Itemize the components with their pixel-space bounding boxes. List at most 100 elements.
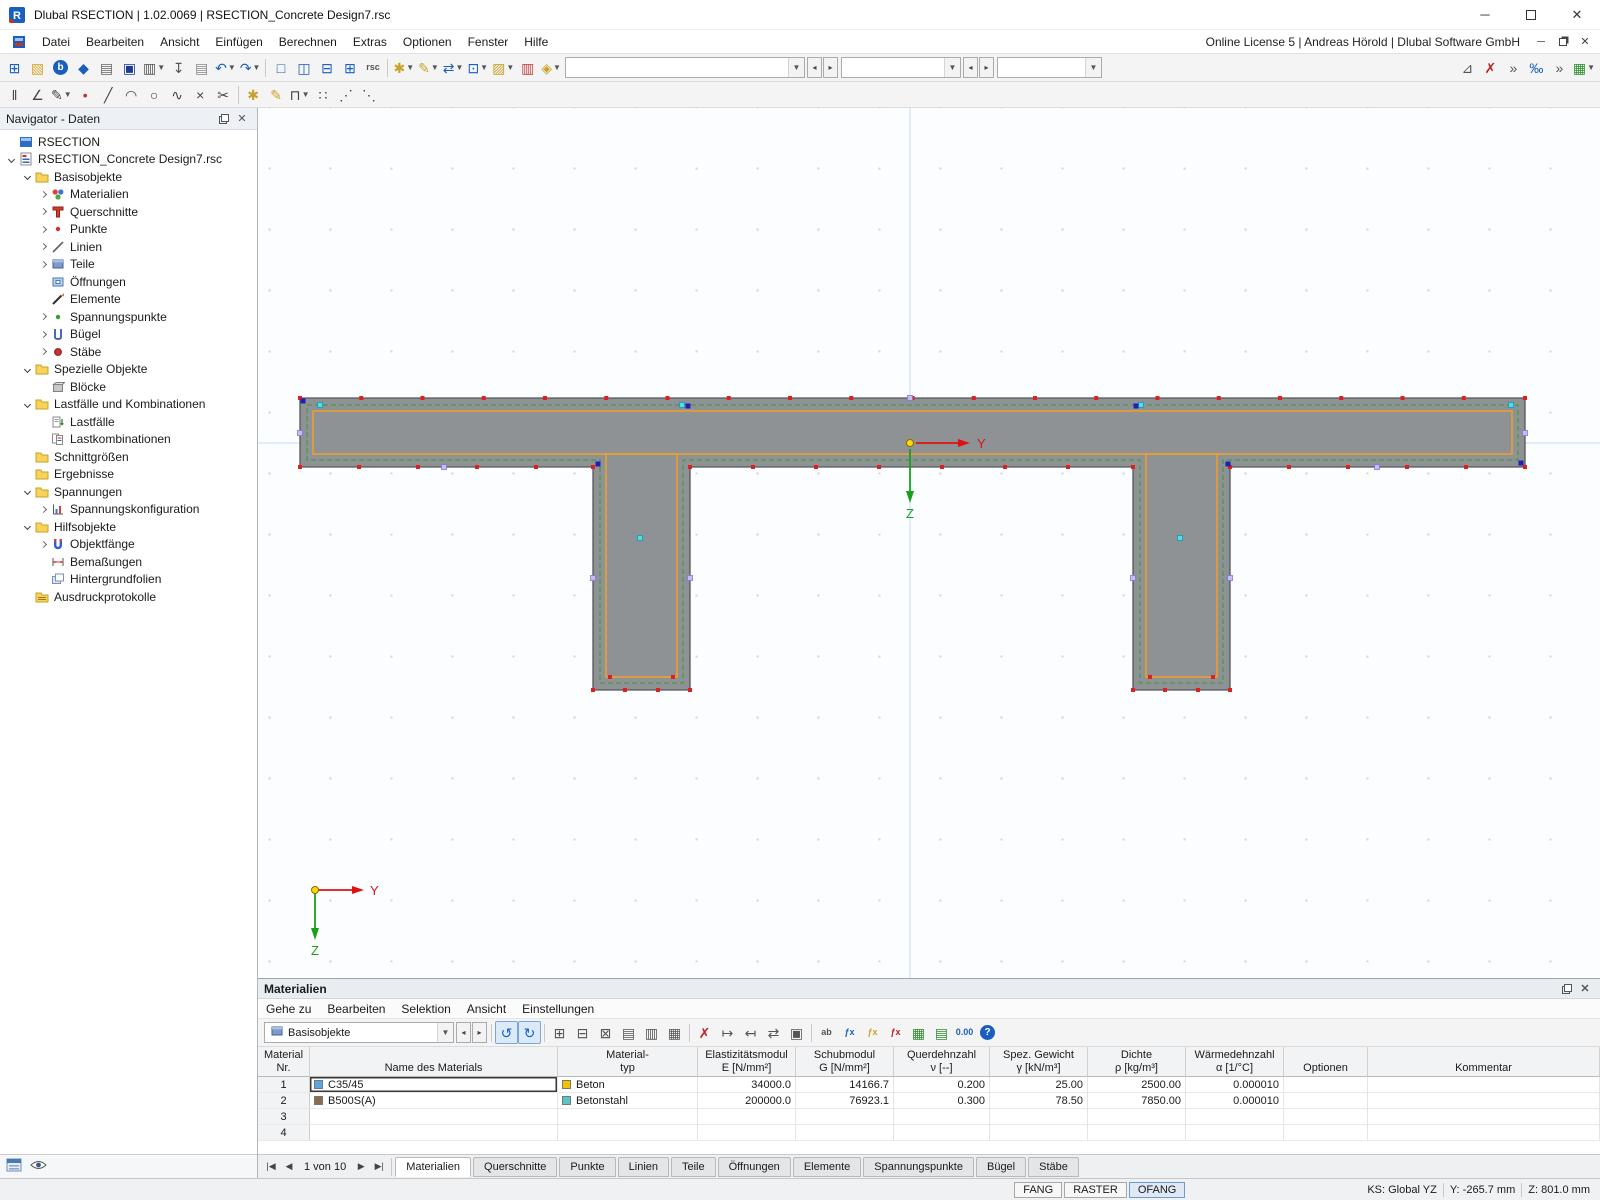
dlubal-logo-button[interactable]: b	[49, 56, 72, 79]
thermal-expansion-cell[interactable]: 0.000010	[1186, 1093, 1284, 1109]
visibility-combo-next-button[interactable]: ▸	[823, 57, 838, 78]
options-cell[interactable]	[1284, 1093, 1368, 1109]
help-button[interactable]: ?	[976, 1021, 999, 1044]
tree-item-rsection[interactable]: RSECTION	[0, 133, 257, 151]
column-header-kommentar[interactable]: Kommentar	[1368, 1047, 1600, 1077]
elastic-modulus-cell[interactable]	[698, 1109, 796, 1125]
chevron-down-icon[interactable]: ▼	[157, 63, 165, 72]
calculator-button[interactable]: ▦	[907, 1021, 930, 1044]
export-document-button[interactable]: ↧	[167, 56, 190, 79]
draw-point-button[interactable]: •	[74, 83, 97, 106]
tree-item-teile[interactable]: Teile	[0, 256, 257, 274]
shear-modulus-cell[interactable]: 14166.7	[796, 1077, 894, 1093]
navigator-panel-button[interactable]: ▤	[95, 56, 118, 79]
chevron-down-icon[interactable]: ▼	[406, 63, 414, 72]
import-table-button[interactable]: ↦	[716, 1021, 739, 1044]
clear-table-button[interactable]: ✗	[693, 1021, 716, 1044]
record-prev-button[interactable]: ◀	[280, 1158, 298, 1176]
tree-item-spannungspunkte[interactable]: Spannungspunkte	[0, 308, 257, 326]
relation-tools-button[interactable]: ‰	[1525, 56, 1548, 79]
chevron-down-icon[interactable]: ▼	[64, 90, 72, 99]
collapse-icon[interactable]	[20, 367, 34, 372]
table-row[interactable]: 1C35/45Beton34000.014166.70.20025.002500…	[258, 1077, 1600, 1093]
toggle-fang[interactable]: FANG	[1014, 1182, 1062, 1198]
table-group-combo[interactable]: Basisobjekte▼	[264, 1022, 454, 1043]
record-next-button[interactable]: ▶	[352, 1158, 370, 1176]
mdi-minimize-button[interactable]: ─	[1530, 33, 1552, 51]
table-group-combo-prev-button[interactable]: ◂	[456, 1022, 471, 1043]
tree-item-bl-cke[interactable]: Blöcke	[0, 378, 257, 396]
shear-modulus-cell[interactable]	[796, 1125, 894, 1141]
expand-icon[interactable]	[36, 244, 50, 249]
tree-item-spezielle-objekte[interactable]: Spezielle Objekte	[0, 361, 257, 379]
comment-cell[interactable]	[1368, 1125, 1600, 1141]
stress-points-edit-button[interactable]: ✎	[265, 83, 288, 106]
options-cell[interactable]	[1284, 1125, 1368, 1141]
expand-icon[interactable]	[36, 314, 50, 319]
redo-button[interactable]: ↷▼	[238, 56, 263, 79]
section-drawing[interactable]: Y Z Y Z	[258, 108, 1600, 978]
draw-circle-button[interactable]: ○	[143, 83, 166, 106]
draw-tools-button[interactable]: ✎▼	[49, 83, 74, 106]
poisson-ratio-cell[interactable]	[894, 1125, 990, 1141]
view-single-button[interactable]: □	[269, 56, 292, 79]
material-name-cell[interactable]	[310, 1109, 558, 1125]
rebar-mesh-button[interactable]: ⋱	[358, 83, 381, 106]
move-copy-button[interactable]: ⇄▼	[441, 56, 466, 79]
delete-all-results-button[interactable]: ✗	[1479, 56, 1502, 79]
new-objects-button[interactable]: ✱▼	[391, 56, 416, 79]
minimize-button[interactable]: ─	[1462, 0, 1508, 29]
table-select-button[interactable]: ▦	[663, 1021, 686, 1044]
tab-spannungspunkte[interactable]: Spannungspunkte	[863, 1157, 974, 1177]
menu-ansicht[interactable]: Ansicht	[152, 33, 207, 51]
chevron-down-icon[interactable]: ▼	[788, 58, 804, 77]
tree-item-querschnitte[interactable]: Querschnitte	[0, 203, 257, 221]
user-profile-combo[interactable]: ▼	[841, 57, 961, 78]
toggle-raster[interactable]: RASTER	[1064, 1182, 1127, 1198]
record-last-button[interactable]: ▶|	[370, 1158, 388, 1176]
draw-spline-button[interactable]: ∿	[166, 83, 189, 106]
menu-einf-gen[interactable]: Einfügen	[207, 33, 270, 51]
tree-item-schnittgr-en[interactable]: Schnittgrößen	[0, 448, 257, 466]
specific-weight-cell[interactable]	[990, 1109, 1088, 1125]
shear-modulus-cell[interactable]	[796, 1109, 894, 1125]
orthogonal-lines-button[interactable]: ‖	[3, 83, 26, 106]
tab-elemente[interactable]: Elemente	[793, 1157, 861, 1177]
edit-objects-button[interactable]: ✎▼	[416, 56, 441, 79]
formula-button[interactable]: ƒx	[838, 1021, 861, 1044]
tab-materialien[interactable]: Materialien	[395, 1157, 471, 1177]
tab-b-gel[interactable]: Bügel	[976, 1157, 1026, 1177]
view-quad-button[interactable]: ⊞	[338, 56, 361, 79]
dock-menu-selektion[interactable]: Selektion	[393, 1000, 458, 1018]
sync-selection-button[interactable]: ↺	[495, 1021, 518, 1044]
elastic-modulus-cell[interactable]: 34000.0	[698, 1077, 796, 1093]
formula-edit-button[interactable]: ƒx	[861, 1021, 884, 1044]
expand-icon[interactable]	[36, 542, 50, 547]
rebar-row-button[interactable]: ∷	[312, 83, 335, 106]
tab-ffnungen[interactable]: Öffnungen	[718, 1157, 791, 1177]
tree-item-spannungen[interactable]: Spannungen	[0, 483, 257, 501]
column-header-kn-m[interactable]: Spez. Gewichtγ [kN/m³]	[990, 1047, 1088, 1077]
density-cell[interactable]: 7850.00	[1088, 1093, 1186, 1109]
shear-modulus-cell[interactable]: 76923.1	[796, 1093, 894, 1109]
view-split-vertical-button[interactable]: ◫	[292, 56, 315, 79]
tab-punkte[interactable]: Punkte	[559, 1157, 615, 1177]
decimal-places-button[interactable]: 0.00	[953, 1021, 976, 1044]
dock-menu-bearbeiten[interactable]: Bearbeiten	[319, 1000, 393, 1018]
insert-row-button[interactable]: ⊟	[571, 1021, 594, 1044]
chevron-down-icon[interactable]: ▼	[1085, 58, 1101, 77]
display-navigator-eye-icon[interactable]	[30, 1159, 47, 1174]
tab-st-be[interactable]: Stäbe	[1028, 1157, 1079, 1177]
toggle-ofang[interactable]: OFANG	[1129, 1182, 1186, 1198]
density-cell[interactable]	[1088, 1125, 1186, 1141]
tab-querschnitte[interactable]: Querschnitte	[473, 1157, 557, 1177]
poisson-ratio-cell[interactable]: 0.300	[894, 1093, 990, 1109]
bim-link-button[interactable]: ◆	[72, 56, 95, 79]
close-dock-icon[interactable]: ✕	[1576, 981, 1594, 997]
user-profile-combo-next-button[interactable]: ▸	[979, 57, 994, 78]
material-name-cell[interactable]: B500S(A)	[310, 1093, 558, 1109]
column-header-nr[interactable]: MaterialNr.	[258, 1047, 310, 1077]
material-type-cell[interactable]: Beton	[558, 1077, 698, 1093]
print-button[interactable]: ▥▼	[141, 56, 167, 79]
collapse-icon[interactable]	[20, 402, 34, 407]
